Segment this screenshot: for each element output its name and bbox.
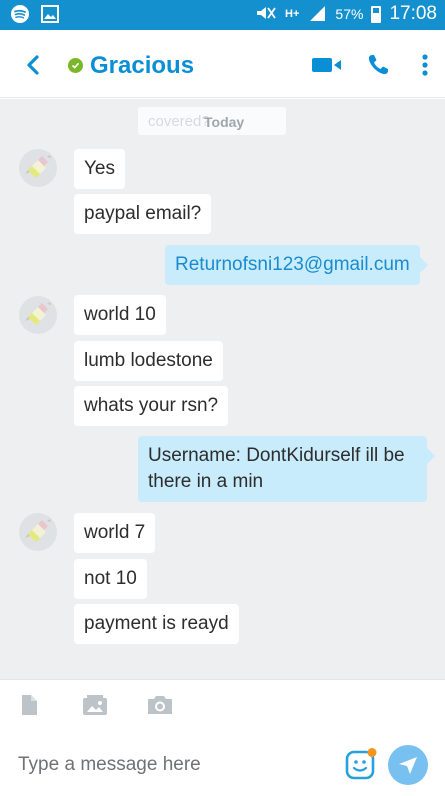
battery-icon [371,5,382,23]
video-call-button[interactable] [310,50,344,80]
signal-icon [307,4,327,25]
send-icon [399,757,417,774]
back-icon [27,55,39,75]
date-separator: covered? Today [138,107,286,135]
candy-avatar-icon [25,155,51,178]
message-bubble[interactable]: paypal email? [74,194,212,234]
message-bubble[interactable]: not 10 [74,559,147,599]
message-list[interactable]: covered? Today Yes paypal email? Returno… [0,99,445,679]
message-bubble[interactable]: world 7 [74,513,156,553]
back-button[interactable] [18,50,48,80]
candy-avatar-icon [25,302,51,325]
message-bubble[interactable]: lumb lodestone [74,341,223,381]
candy-avatar-icon [25,519,51,542]
composer [0,729,445,796]
file-button[interactable] [20,694,40,716]
media-button[interactable] [82,694,108,716]
more-icon [422,54,428,76]
message-input[interactable] [18,749,328,781]
media-icon [83,695,107,715]
mute-icon [255,4,277,25]
chat-header: Gracious [0,30,445,98]
presence-online-icon [68,58,83,73]
battery-level: 57% [335,6,364,22]
status-bar: H+ 57% 17:08 [0,0,445,30]
image-icon [40,4,60,29]
date-ghost-text: covered? [148,113,210,130]
contact-avatar[interactable] [19,513,57,551]
clock: 17:08 [389,3,437,24]
file-icon [22,695,37,715]
message-bubble-outgoing[interactable]: Username: DontKidurself ill be there in … [138,436,435,502]
send-button[interactable] [388,745,428,785]
network-type: H+ [285,8,300,20]
contact-name[interactable]: Gracious [90,52,194,80]
date-label: Today [204,114,245,130]
emoticon-icon [345,748,377,780]
camera-button[interactable] [146,694,174,716]
spotify-icon [10,4,30,29]
contact-avatar[interactable] [19,149,57,187]
emoticon-button[interactable] [344,747,377,780]
message-bubble[interactable]: payment is reayd [74,604,239,644]
call-icon [368,55,388,75]
contact-avatar[interactable] [19,296,57,334]
email-link[interactable]: Returnofsni123@gmail.cum [175,254,410,275]
more-options-button[interactable] [412,50,438,80]
message-bubble[interactable]: Yes [74,149,125,189]
message-bubble[interactable]: whats your rsn? [74,386,229,426]
attachment-toolbar [0,679,445,729]
camera-icon [148,696,172,714]
video-call-icon [312,58,341,72]
message-bubble-outgoing[interactable]: Returnofsni123@gmail.cum [165,245,428,285]
voice-call-button[interactable] [364,50,392,80]
message-bubble[interactable]: world 10 [74,295,166,335]
